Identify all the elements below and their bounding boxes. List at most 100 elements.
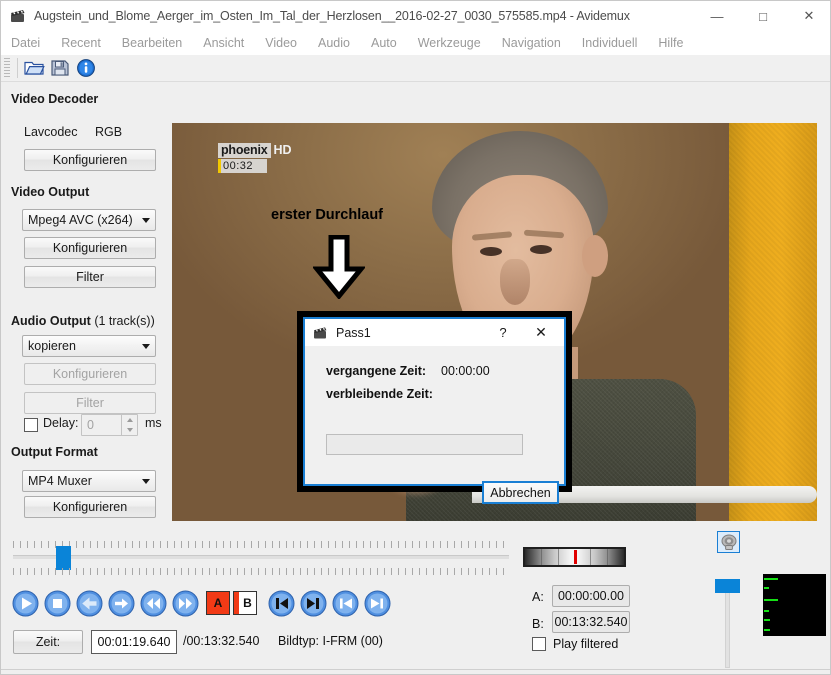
settings-panel: Video Decoder Lavcodec RGB Konfigurieren… xyxy=(1,82,173,527)
play-filtered-checkbox[interactable] xyxy=(532,637,546,651)
decoder-configure-button[interactable]: Konfigurieren xyxy=(24,149,156,171)
status-bar xyxy=(1,669,831,674)
dialog-help-button[interactable]: ? xyxy=(490,319,516,346)
open-file-button[interactable] xyxy=(21,56,47,80)
channel-logo-row: phoenix HD xyxy=(218,143,292,158)
audio-output-codec-select[interactable]: kopieren xyxy=(22,335,156,357)
menu-datei[interactable]: Datei xyxy=(11,36,40,50)
window-controls: — □ ✕ xyxy=(694,1,831,31)
time-jump-button[interactable]: Zeit: xyxy=(13,630,83,654)
dialog-body: vergangene Zeit: 00:00:00 verbleibende Z… xyxy=(305,346,564,498)
dialog-title: Pass1 xyxy=(336,326,371,340)
volume-slider-handle[interactable] xyxy=(715,579,740,593)
menu-hilfe[interactable]: Hilfe xyxy=(658,36,683,50)
audio-output-codec-value: kopieren xyxy=(23,339,137,353)
encode-progress-bar xyxy=(326,434,523,455)
avidemux-window: Augstein_und_Blome_Aerger_im_Osten_Im_Ta… xyxy=(0,0,831,675)
audio-output-heading-text: Audio Output xyxy=(11,314,91,328)
volume-slider-track[interactable] xyxy=(725,583,730,668)
set-marker-a-button[interactable]: A xyxy=(206,591,230,615)
menu-bearbeiten[interactable]: Bearbeiten xyxy=(122,36,182,50)
dialog-title-bar: Pass1 ? ✕ xyxy=(305,319,564,346)
channel-clock-label: 00:32 xyxy=(218,159,267,173)
output-format-select[interactable]: MP4 Muxer xyxy=(22,470,156,492)
video-decoder-heading: Video Decoder xyxy=(11,92,98,106)
elapsed-time-label: vergangene Zeit: xyxy=(326,364,426,378)
position-meter xyxy=(523,547,626,567)
go-to-marker-b-button[interactable] xyxy=(300,590,327,617)
menu-ansicht[interactable]: Ansicht xyxy=(203,36,244,50)
timeline-slider[interactable] xyxy=(13,541,509,575)
total-duration-label: /00:13:32.540 xyxy=(183,634,259,648)
elapsed-time-value: 00:00:00 xyxy=(441,364,490,378)
timeline-handle[interactable] xyxy=(56,546,71,570)
audio-delay-unit: ms xyxy=(145,416,162,430)
chevron-down-icon xyxy=(137,479,155,484)
play-button[interactable] xyxy=(12,590,39,617)
pass1-dialog: Pass1 ? ✕ vergangene Zeit: 00:00:00 verb… xyxy=(303,317,566,486)
menu-navigation[interactable]: Navigation xyxy=(502,36,561,50)
stepper-up-icon[interactable] xyxy=(122,415,137,425)
timeline-groove[interactable] xyxy=(13,555,509,559)
frame-type-readout: Bildtyp: I-FRM (00) xyxy=(278,634,383,648)
menu-video[interactable]: Video xyxy=(265,36,297,50)
output-format-configure-button[interactable]: Konfigurieren xyxy=(24,496,156,518)
audio-delay-value: 0 xyxy=(82,415,121,435)
maximize-button[interactable]: □ xyxy=(740,1,786,31)
go-to-marker-a-button[interactable] xyxy=(268,590,295,617)
menu-auto[interactable]: Auto xyxy=(371,36,397,50)
chevron-down-icon xyxy=(137,344,155,349)
next-keyframe-button[interactable] xyxy=(364,590,391,617)
rewind-button[interactable] xyxy=(140,590,167,617)
audio-output-heading: Audio Output (1 track(s)) xyxy=(11,314,155,328)
marker-a-value[interactable]: 00:00:00.00 xyxy=(552,585,630,607)
marker-b-icon: B xyxy=(239,596,256,610)
channel-logo-overlay: phoenix HD 00:32 xyxy=(218,143,292,173)
menu-recent[interactable]: Recent xyxy=(61,36,101,50)
marker-a-label: A: xyxy=(532,590,544,604)
info-icon[interactable] xyxy=(73,56,99,80)
cancel-button[interactable]: Abbrechen xyxy=(482,481,559,504)
menu-audio[interactable]: Audio xyxy=(318,36,350,50)
clapperboard-icon xyxy=(10,8,26,24)
current-time-input[interactable]: 00:01:19.640 xyxy=(91,630,177,654)
subject-ear xyxy=(582,235,608,277)
frame-type-label: Bildtyp: xyxy=(278,634,319,648)
pass1-dialog-highlight-frame: Pass1 ? ✕ vergangene Zeit: 00:00:00 verb… xyxy=(297,311,572,492)
set-marker-b-button[interactable]: B xyxy=(233,591,257,615)
clapperboard-icon xyxy=(313,326,329,340)
stepper-down-icon[interactable] xyxy=(122,425,137,435)
marker-b-value[interactable]: 00:13:32.540 xyxy=(552,611,630,633)
previous-frame-button[interactable] xyxy=(76,590,103,617)
video-output-configure-button[interactable]: Konfigurieren xyxy=(24,237,156,259)
video-output-codec-value: Mpeg4 AVC (x264) xyxy=(23,213,137,227)
output-format-value: MP4 Muxer xyxy=(23,474,137,488)
subject-eye-right xyxy=(530,245,552,254)
stop-button[interactable] xyxy=(44,590,71,617)
toolbar-drag-handle[interactable] xyxy=(4,58,10,78)
channel-name-label: phoenix xyxy=(218,143,271,158)
marker-a-icon: A xyxy=(207,592,229,614)
dialog-close-button[interactable]: ✕ xyxy=(524,319,558,346)
minimize-button[interactable]: — xyxy=(694,1,740,31)
menu-individuell[interactable]: Individuell xyxy=(582,36,638,50)
video-output-codec-select[interactable]: Mpeg4 AVC (x264) xyxy=(22,209,156,231)
transport-controls: A B xyxy=(12,590,392,618)
previous-keyframe-button[interactable] xyxy=(332,590,359,617)
next-frame-button[interactable] xyxy=(108,590,135,617)
vu-meter xyxy=(763,574,826,636)
video-output-filter-button[interactable]: Filter xyxy=(24,266,156,288)
audio-output-filter-button[interactable]: Filter xyxy=(24,392,156,414)
menu-werkzeuge[interactable]: Werkzeuge xyxy=(418,36,481,50)
audio-delay-stepper[interactable]: 0 xyxy=(81,414,138,436)
forward-button[interactable] xyxy=(172,590,199,617)
chevron-down-icon xyxy=(137,218,155,223)
stepper-buttons[interactable] xyxy=(121,415,137,435)
save-file-button[interactable] xyxy=(47,56,73,80)
audio-delay-checkbox[interactable] xyxy=(24,418,38,432)
decoder-codec-label: Lavcodec xyxy=(24,125,78,139)
audio-output-configure-button[interactable]: Konfigurieren xyxy=(24,363,156,385)
close-button[interactable]: ✕ xyxy=(786,1,831,31)
frame-type-value: I-FRM (00) xyxy=(322,634,382,648)
speaker-icon[interactable] xyxy=(717,531,740,553)
